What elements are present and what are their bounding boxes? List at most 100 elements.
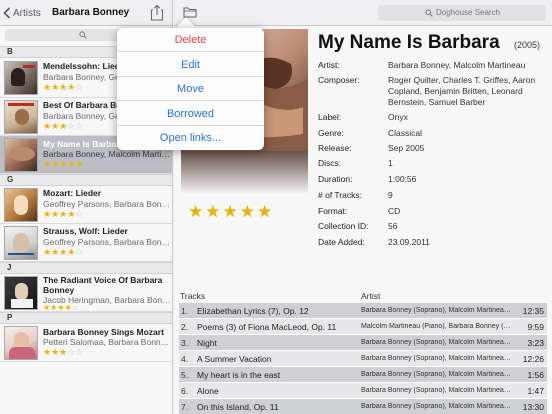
menu-item-delete[interactable]: Delete [117,28,264,52]
album-row[interactable]: Strauss, Wolf: Lieder Geoffrey Parsons, … [0,224,172,262]
album-row[interactable]: Barbara Bonney Sings Mozart Petteri Salo… [0,324,172,362]
menu-item-edit[interactable]: Edit [117,53,264,77]
track-title: Alone [197,386,219,396]
album-rating-large[interactable]: ★★★★★ [188,202,274,222]
track-row[interactable]: 5. My heart is in the east Barbara Bonne… [179,367,547,383]
search-icon [425,9,433,17]
track-number: 4. [181,354,189,364]
album-rating: ★★★★☆ [43,209,84,219]
track-title: My heart is in the east [197,370,281,380]
menu-item-move[interactable]: Move [117,77,264,101]
chevron-left-icon [3,7,11,19]
album-row[interactable]: The Radiant Voice Of Barbara Bonney Jaco… [0,274,172,312]
album-year: (2005) [514,40,541,50]
track-duration: 1:56 [527,370,544,380]
album-artist: Geoffrey Parsons, Barbara Bonney [43,199,171,209]
field-label-format: Format: [318,206,348,216]
track-artist: Barbara Bonney (Soprano), Malcolm Martin… [361,307,511,314]
album-artist: Barbara Bonney, Malcolm Martineau [43,149,171,159]
track-row[interactable]: 2. Poems (3) of Fiona MacLeod, Op. 11 Ma… [179,319,547,335]
album-rating: ★★★★★ [43,159,84,169]
album-artist: Petteri Salomaa, Barbara Bonney,... [43,337,171,347]
track-artist: Malcolm Martineau (Piano), Barbara Bonne… [361,323,511,330]
field-value-label: Onyx [388,112,408,122]
track-row[interactable]: 3. Night Barbara Bonney (Soprano), Malco… [179,335,547,351]
field-label-label: Label: [318,112,342,122]
field-label-collection-id: Collection ID: [318,221,369,231]
field-value-format: CD [388,206,401,216]
album-cover [4,226,38,260]
field-value-release: Sep 2005 [388,143,425,153]
left-navigation-bar: Artists Barbara Bonney [0,0,172,26]
track-list-header: Tracks Artist [179,289,547,303]
track-number: 2. [181,322,189,332]
field-label-discs: Discs: [318,158,342,168]
track-artist: Barbara Bonney (Soprano), Malcolm Martin… [361,371,511,378]
album-rating: ★★★★☆ [43,82,84,92]
share-icon[interactable] [150,4,164,21]
menu-item-open-links[interactable]: Open links... [117,126,264,150]
album-row[interactable]: Mozart: Lieder Geoffrey Parsons, Barbara… [0,186,172,224]
album-cover [4,276,38,310]
search-placeholder: Doghouse Search [436,8,501,17]
field-label-date-added: Date Added: [318,237,365,247]
track-title: Elizabethan Lyrics (7), Op. 12 [197,306,309,316]
search-icon [79,31,87,39]
track-artist: Barbara Bonney (Soprano), Malcolm Martin… [361,355,511,362]
track-artist: Barbara Bonney (Soprano), Malcolm Martin… [361,339,511,346]
track-duration: 12:35 [522,306,544,316]
track-number: 1. [181,306,189,316]
section-header-j: J [0,262,172,274]
track-number: 5. [181,370,189,380]
field-value-composer: Roger Quilter, Charles T. Griffes, Aaron… [388,75,536,107]
back-button[interactable]: Artists [3,5,41,21]
section-header-g: G [0,174,172,186]
tracks-column-header: Tracks [180,291,206,301]
field-value-date-added: 23.09.2011 [388,237,430,247]
track-duration: 1:47 [527,386,544,396]
track-row[interactable]: 7. On this Island, Op. 11 Barbara Bonney… [179,399,547,414]
field-value-discs: 1 [388,158,393,168]
back-button-label: Artists [13,7,41,19]
track-number: 6. [181,386,189,396]
right-navigation-bar: Doghouse Search [174,0,552,26]
album-rating: ★★★☆☆ [43,121,84,131]
album-artist: Geoffrey Parsons, Barbara Bonney [43,237,171,247]
track-title: On this Island, Op. 11 [197,402,279,412]
section-header-p: P [0,312,172,324]
field-label-duration: Duration: [318,174,353,184]
track-artist: Barbara Bonney (Soprano), Malcolm Martin… [361,387,511,394]
album-rating: ★★★☆☆ [43,347,84,357]
field-value-duration: 1:00:56 [388,174,417,184]
field-value-genre: Classical [388,128,423,138]
track-duration: 3:23 [527,338,544,348]
track-row[interactable]: 6. Alone Barbara Bonney (Soprano), Malco… [179,383,547,399]
track-row[interactable]: 1. Elizabethan Lyrics (7), Op. 12 Barbar… [179,303,547,319]
track-number: 7. [181,402,189,412]
album-cover [4,138,38,172]
track-row[interactable]: 4. A Summer Vacation Barbara Bonney (Sop… [179,351,547,367]
track-duration: 12:26 [522,354,544,364]
field-label-release: Release: [318,143,352,153]
track-artist: Barbara Bonney (Soprano), Malcolm Martin… [361,403,511,410]
doghouse-search-input[interactable]: Doghouse Search [378,5,546,21]
album-title: Mozart: Lieder [43,188,102,198]
album-cover [4,188,38,222]
track-number: 3. [181,338,189,348]
track-duration: 13:30 [522,402,544,412]
track-list: Tracks Artist 1. Elizabethan Lyrics (7),… [179,289,547,414]
album-cover [4,61,38,95]
menu-item-borrowed[interactable]: Borrowed [117,102,264,126]
field-label-genre: Genre: [318,128,344,138]
track-title: A Summer Vacation [197,354,272,364]
album-title: Strauss, Wolf: Lieder [43,226,128,236]
album-rating: ★★★★☆ [43,247,84,257]
field-value-artist: Barbara Bonney, Malcolm Martineau [388,60,526,70]
field-label-tracks: # of Tracks: [318,190,362,200]
field-label-composer: Composer: [318,75,360,85]
artist-title: Barbara Bonney [52,7,130,18]
track-title: Poems (3) of Fiona MacLeod, Op. 11 [197,322,337,332]
album-title: Barbara Bonney Sings Mozart [43,327,164,337]
actions-popover-menu: Delete Edit Move Borrowed Open links... [117,28,264,150]
album-cover [4,100,38,134]
